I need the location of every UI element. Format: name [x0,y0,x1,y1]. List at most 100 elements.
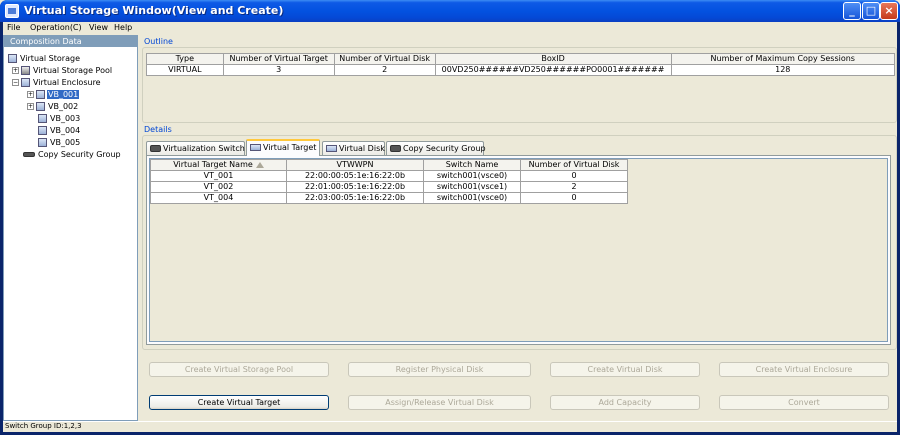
outline-col-virtual-disk[interactable]: Number of Virtual Disk [333,53,436,65]
outline-col-boxid[interactable]: BoxID [434,53,672,65]
create-virtual-target-button[interactable]: Create Virtual Target [149,395,329,410]
tree-node-vb-003[interactable]: VB_003 [38,113,81,124]
tree-node-copy-security-group[interactable]: Copy Security Group [23,149,122,160]
tree-node-virtual-storage[interactable]: Virtual Storage [8,53,81,64]
expand-icon[interactable]: + [27,91,34,98]
collapse-icon[interactable]: − [12,79,19,86]
virtual-block-icon [38,138,47,147]
cell-switch: switch001(vsce0) [423,170,521,182]
tab-label: Virtualization Switch [163,144,245,153]
table-row[interactable]: VT_004 22:03:00:05:1e:16:22:0b switch001… [150,192,628,204]
cell-disk-count: 0 [520,170,628,182]
tree-node-vb-004[interactable]: VB_004 [38,125,81,136]
outline-cell: 2 [333,64,436,76]
title-bar[interactable]: Virtual Storage Window(View and Create) … [0,0,900,22]
menu-view[interactable]: View [89,23,108,32]
enclosure-icon [21,78,30,87]
pool-icon [21,66,30,75]
table-row[interactable]: VT_002 22:01:00:05:1e:16:22:0b switch001… [150,181,628,193]
storage-icon [8,54,17,63]
virtual-block-icon [36,102,45,111]
menu-file[interactable]: File [7,23,20,32]
cell-name: VT_004 [150,192,287,204]
tree-label: Virtual Storage Pool [33,66,113,75]
convert-button[interactable]: Convert [719,395,889,410]
add-capacity-button[interactable]: Add Capacity [550,395,700,410]
outline-label: Outline [144,37,173,46]
outline-header-row: Type Number of Virtual Target Number of … [146,53,896,65]
minimize-button[interactable]: _ [843,2,861,20]
tree-label: VB_004 [50,126,81,135]
col-vtwwpn[interactable]: VTWWPN [286,159,424,171]
tab-label: Virtual Target [263,143,317,152]
create-virtual-enclosure-button[interactable]: Create Virtual Enclosure [719,362,889,377]
expand-icon[interactable]: + [12,67,19,74]
create-virtual-storage-pool-button[interactable]: Create Virtual Storage Pool [149,362,329,377]
outline-cell: 128 [670,64,896,76]
table-row[interactable]: VIRTUAL 3 2 00VD250######VD250######PO00… [146,64,896,76]
cell-switch: switch001(vsce1) [423,181,521,193]
outline-col-virtual-target[interactable]: Number of Virtual Target [222,53,335,65]
tree-node-vb-001[interactable]: + VB_001 [27,89,80,100]
col-virtual-target-name[interactable]: Virtual Target Name [150,159,287,171]
expand-icon[interactable]: + [27,103,34,110]
virtual-target-panel: Virtual Target Name VTWWPN Switch Name N… [146,155,891,345]
cell-disk-count: 2 [520,181,628,193]
details-label: Details [144,125,172,134]
tree-node-virtual-storage-pool[interactable]: + Virtual Storage Pool [12,65,113,76]
tree-label: Copy Security Group [38,150,121,159]
client-area: Composition Data Virtual Storage + Virtua… [3,35,897,431]
tab-label: Virtual Disk [339,144,385,153]
copy-group-icon [390,145,401,152]
tree-label: VB_003 [50,114,81,123]
menu-operation[interactable]: Operation(C) [30,23,82,32]
cell-vtwwpn: 22:00:00:05:1e:16:22:0b [286,170,424,182]
cell-switch: switch001(vsce0) [423,192,521,204]
col-switch-name[interactable]: Switch Name [423,159,521,171]
sort-ascending-icon [255,161,264,168]
menu-help[interactable]: Help [114,23,132,32]
table-row[interactable]: VT_001 22:00:00:05:1e:16:22:0b switch001… [150,170,628,182]
tree-label: Virtual Enclosure [33,78,101,87]
tree-label: VB_005 [50,138,81,147]
cell-name: VT_002 [150,181,287,193]
tab-copy-security-group[interactable]: Copy Security Group [386,141,486,155]
create-virtual-disk-button[interactable]: Create Virtual Disk [550,362,700,377]
tree-node-vb-005[interactable]: VB_005 [38,137,81,148]
tree-label: VB_001 [47,90,80,99]
cell-vtwwpn: 22:03:00:05:1e:16:22:0b [286,192,424,204]
tab-label: Copy Security Group [403,144,486,153]
composition-header: Composition Data [4,36,137,47]
maximize-button[interactable]: □ [862,2,880,20]
col-number-of-virtual-disk[interactable]: Number of Virtual Disk [520,159,628,171]
virtual-block-icon [38,126,47,135]
outline-cell: VIRTUAL [146,64,224,76]
status-bar: Switch Group ID:1,2,3 [3,421,897,432]
target-icon [250,144,261,151]
assign-release-virtual-disk-button[interactable]: Assign/Release Virtual Disk [348,395,531,410]
cell-vtwwpn: 22:01:00:05:1e:16:22:0b [286,181,424,193]
app-icon [5,4,19,18]
outline-col-max-copy-sessions[interactable]: Number of Maximum Copy Sessions [670,53,896,65]
register-physical-disk-button[interactable]: Register Physical Disk [348,362,531,377]
details-header-row: Virtual Target Name VTWWPN Switch Name N… [150,159,628,171]
virtual-block-icon [38,114,47,123]
tree-node-virtual-enclosure[interactable]: − Virtual Enclosure [12,77,102,88]
tab-virtualization-switch[interactable]: Virtualization Switch [146,141,245,155]
outline-col-type[interactable]: Type [146,53,224,65]
disk-icon [326,145,337,152]
tree-label: VB_002 [48,102,79,111]
outline-cell: 3 [222,64,335,76]
column-header-label: Virtual Target Name [173,160,253,169]
tab-virtual-disk[interactable]: Virtual Disk [322,141,385,155]
outline-cell: 00VD250######VD250######PO0001####### [434,64,672,76]
tree-label: Virtual Storage [20,54,80,63]
close-button[interactable]: × [880,2,898,20]
composition-panel: Composition Data Virtual Storage + Virtua… [3,35,138,421]
virtual-target-table: Virtual Target Name VTWWPN Switch Name N… [150,159,628,204]
tab-virtual-target[interactable]: Virtual Target [246,139,320,156]
switch-icon [150,145,161,152]
menu-bar: File Operation(C) View Help [3,22,897,35]
tree-node-vb-002[interactable]: + VB_002 [27,101,79,112]
virtual-target-list[interactable]: Virtual Target Name VTWWPN Switch Name N… [149,158,888,342]
